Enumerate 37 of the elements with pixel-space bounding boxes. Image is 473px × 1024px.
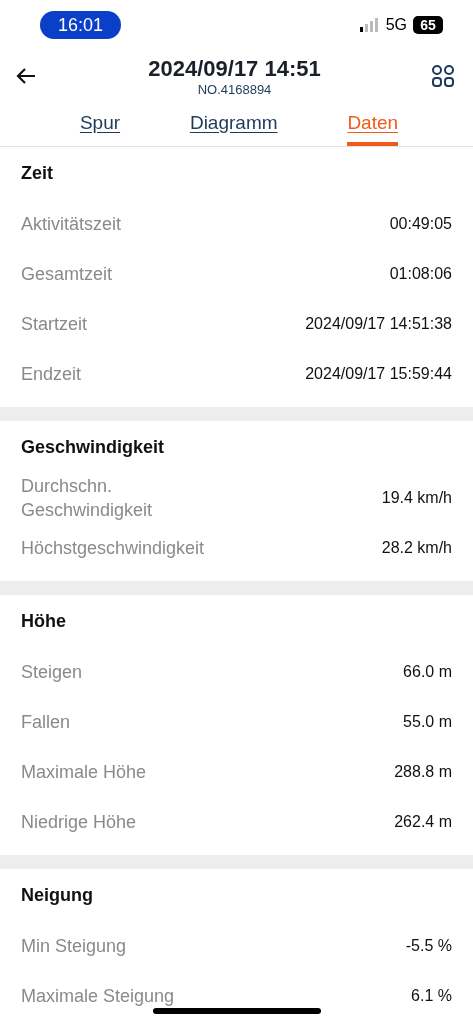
stat-label: Aktivitätszeit [21,213,122,236]
stat-value: 00:49:05 [389,215,452,233]
stat-value: 2024/09/17 15:59:44 [305,365,452,383]
tab[interactable]: Diagramm [189,106,278,146]
activity-title: 2024/09/17 14:51 [148,55,321,82]
stat-label: Startzeit [21,313,88,336]
section-title: Geschwindigkeit [20,435,166,459]
tab[interactable]: Spur [79,106,121,146]
stat-value: 2024/09/17 14:51:38 [305,315,452,333]
stat-value: 28.2 km/h [381,539,452,557]
battery-indicator: 65 [413,16,443,34]
stat-label: Niedrige Höhe [21,811,137,834]
stat-label: Maximale Höhe [21,761,147,784]
stat-label: Endzeit [21,363,82,386]
stat-label: Fallen [21,711,71,734]
section-title: Zeit [20,161,54,185]
stat-value: 01:08:06 [389,265,452,283]
section-title: Neigung [20,883,94,907]
stat-value: 288.8 m [394,763,452,781]
stat-value: 66.0 m [403,663,452,681]
stat-value: -5.5 % [405,937,452,955]
stat-label: Maximale Steigung [21,985,175,1008]
stat-value: 55.0 m [403,713,452,731]
activity-number: NO.4168894 [197,81,272,97]
signal-icon [359,18,380,32]
stat-label: Gesamtzeit [21,263,113,286]
section-title: Höhe [20,609,67,633]
network-label: 5G [385,16,407,34]
stat-label: Höchstgeschwindigkeit [21,537,205,560]
stat-label: Min Steigung [21,935,127,958]
stat-value: 262.4 m [394,813,452,831]
grid-icon[interactable] [431,64,455,88]
stat-value: 19.4 km/h [381,489,452,507]
status-time: 16:01 [40,11,121,39]
stat-label: Steigen [21,661,83,684]
stat-value: 6.1 % [411,987,452,1005]
stat-label: Durchschn. Geschwindigkeit [21,475,153,522]
